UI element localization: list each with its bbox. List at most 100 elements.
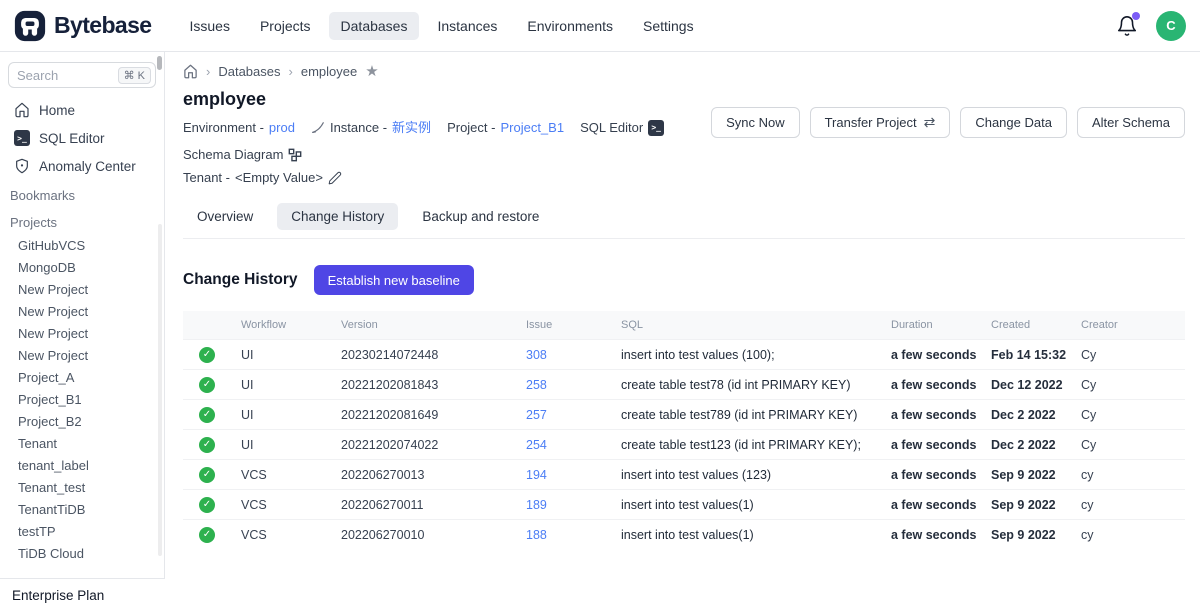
success-check-icon: ✓ <box>199 437 215 453</box>
issue-link[interactable]: 308 <box>526 348 547 362</box>
change-data-button[interactable]: Change Data <box>960 107 1067 138</box>
instance-link[interactable]: 新实例 <box>392 116 431 139</box>
column-header-created: Created <box>985 311 1075 340</box>
sidebar-project-tidb-cloud[interactable]: TiDB Cloud <box>0 542 164 564</box>
sidebar-section-bookmarks: Bookmarks <box>0 180 164 207</box>
sidebar-project-new-project[interactable]: New Project <box>0 300 164 322</box>
cell-sql: insert into test values (100); <box>615 340 885 370</box>
nav-item-projects[interactable]: Projects <box>248 12 323 40</box>
cell-duration: a few seconds <box>885 340 985 370</box>
cell-version: 20230214072448 <box>335 340 520 370</box>
column-header-sql: SQL <box>615 311 885 340</box>
issue-link[interactable]: 254 <box>526 438 547 452</box>
nav-item-issues[interactable]: Issues <box>177 12 241 40</box>
breadcrumb-item-employee[interactable]: employee <box>301 64 357 79</box>
sync-now-button[interactable]: Sync Now <box>711 107 800 138</box>
environment-link[interactable]: prod <box>269 116 295 139</box>
cell-creator: cy <box>1075 460 1185 490</box>
shield-icon <box>14 158 30 174</box>
cell-creator: cy <box>1075 490 1185 520</box>
search-input[interactable]: Search ⌘ K <box>8 62 156 88</box>
establish-baseline-button[interactable]: Establish new baseline <box>314 265 474 295</box>
issue-link[interactable]: 258 <box>526 378 547 392</box>
cell-duration: a few seconds <box>885 370 985 400</box>
sidebar-item-anomaly-center[interactable]: Anomaly Center <box>0 152 164 180</box>
schema-diagram-shortcut[interactable]: Schema Diagram <box>183 143 302 166</box>
nav-item-settings[interactable]: Settings <box>631 12 706 40</box>
cell-duration: a few seconds <box>885 400 985 430</box>
sidebar-item-sql-editor[interactable]: >_ SQL Editor <box>0 124 164 152</box>
sidebar-item-label: Anomaly Center <box>39 159 136 174</box>
cell-created: Dec 12 2022 <box>985 370 1075 400</box>
issue-link[interactable]: 188 <box>526 528 547 542</box>
table-row: ✓VCS202206270011189insert into test valu… <box>183 490 1185 520</box>
tab-backup-and-restore[interactable]: Backup and restore <box>408 203 553 230</box>
nav-item-databases[interactable]: Databases <box>329 12 420 40</box>
sidebar-project-tenant[interactable]: Tenant <box>0 432 164 454</box>
table-row: ✓UI20221202081649257create table test789… <box>183 400 1185 430</box>
project-label: Project - <box>447 116 495 139</box>
cell-creator: Cy <box>1075 430 1185 460</box>
change-history-table: WorkflowVersionIssueSQLDurationCreatedCr… <box>183 311 1185 549</box>
breadcrumb-item-databases[interactable]: Databases <box>218 64 280 79</box>
sidebar-project-testtp[interactable]: testTP <box>0 520 164 542</box>
bytebase-logo[interactable]: Bytebase <box>14 10 151 42</box>
sidebar-project-new-project[interactable]: New Project <box>0 278 164 300</box>
project-link[interactable]: Project_B1 <box>500 116 564 139</box>
top-nav: IssuesProjectsDatabasesInstancesEnvironm… <box>177 12 1116 40</box>
sidebar-project-tenant-test[interactable]: Tenant_test <box>0 476 164 498</box>
sidebar-project-project-b2[interactable]: Project_B2 <box>0 410 164 432</box>
cell-workflow: UI <box>235 400 335 430</box>
sidebar-scrollbar-thumb[interactable] <box>157 56 162 70</box>
issue-link[interactable]: 194 <box>526 468 547 482</box>
bell-icon[interactable] <box>1116 15 1138 37</box>
sidebar-project-tenanttidb[interactable]: TenantTiDB <box>0 498 164 520</box>
table-row: ✓VCS202206270013194insert into test valu… <box>183 460 1185 490</box>
issue-link[interactable]: 189 <box>526 498 547 512</box>
sidebar-project-new-project[interactable]: New Project <box>0 322 164 344</box>
alter-schema-button[interactable]: Alter Schema <box>1077 107 1185 138</box>
action-buttons: Sync Now Transfer Project⇄ Change Data Alte… <box>711 107 1185 138</box>
sidebar-project-tenant-label[interactable]: tenant_label <box>0 454 164 476</box>
success-check-icon: ✓ <box>199 407 215 423</box>
cell-sql: insert into test values (123) <box>615 460 885 490</box>
cell-status: ✓ <box>183 370 235 400</box>
column-header-creator: Creator <box>1075 311 1185 340</box>
tab-change-history[interactable]: Change History <box>277 203 398 230</box>
tab-overview[interactable]: Overview <box>183 203 267 230</box>
transfer-project-button[interactable]: Transfer Project⇄ <box>810 107 951 138</box>
cell-sql: insert into test values(1) <box>615 490 885 520</box>
cell-duration: a few seconds <box>885 490 985 520</box>
breadcrumb-home-icon[interactable] <box>183 64 198 79</box>
cell-issue: 258 <box>520 370 615 400</box>
sidebar-project-githubvcs[interactable]: GitHubVCS <box>0 234 164 256</box>
column-header-duration: Duration <box>885 311 985 340</box>
cell-sql: insert into test values(1) <box>615 520 885 550</box>
column-header-issue: Issue <box>520 311 615 340</box>
sidebar-project-mongodb[interactable]: MongoDB <box>0 256 164 278</box>
cell-workflow: VCS <box>235 490 335 520</box>
avatar[interactable]: C <box>1156 11 1186 41</box>
nav-item-environments[interactable]: Environments <box>515 12 625 40</box>
table-row: ✓VCS202206270010188insert into test valu… <box>183 520 1185 550</box>
top-bar: Bytebase IssuesProjectsDatabasesInstance… <box>0 0 1200 52</box>
sql-editor-shortcut[interactable]: SQL Editor >_ <box>580 116 664 139</box>
cell-version: 20221202074022 <box>335 430 520 460</box>
cell-version: 202206270013 <box>335 460 520 490</box>
sidebar-project-project-a[interactable]: Project_A <box>0 366 164 388</box>
sidebar-project-new-project[interactable]: New Project <box>0 344 164 366</box>
terminal-icon: >_ <box>648 120 664 136</box>
instance-label: Instance - <box>330 116 387 139</box>
sidebar-item-home[interactable]: Home <box>0 96 164 124</box>
cell-status: ✓ <box>183 520 235 550</box>
success-check-icon: ✓ <box>199 527 215 543</box>
favorite-star-icon[interactable]: ★ <box>365 64 378 79</box>
breadcrumb-separator: › <box>206 64 210 79</box>
home-icon <box>14 102 30 118</box>
nav-item-instances[interactable]: Instances <box>425 12 509 40</box>
sidebar: Search ⌘ K Home >_ SQL Editor Anomaly Ce… <box>0 52 165 613</box>
sidebar-project-project-b1[interactable]: Project_B1 <box>0 388 164 410</box>
edit-pencil-icon[interactable] <box>328 171 342 185</box>
sidebar-scrollbar-track[interactable] <box>158 224 162 556</box>
issue-link[interactable]: 257 <box>526 408 547 422</box>
